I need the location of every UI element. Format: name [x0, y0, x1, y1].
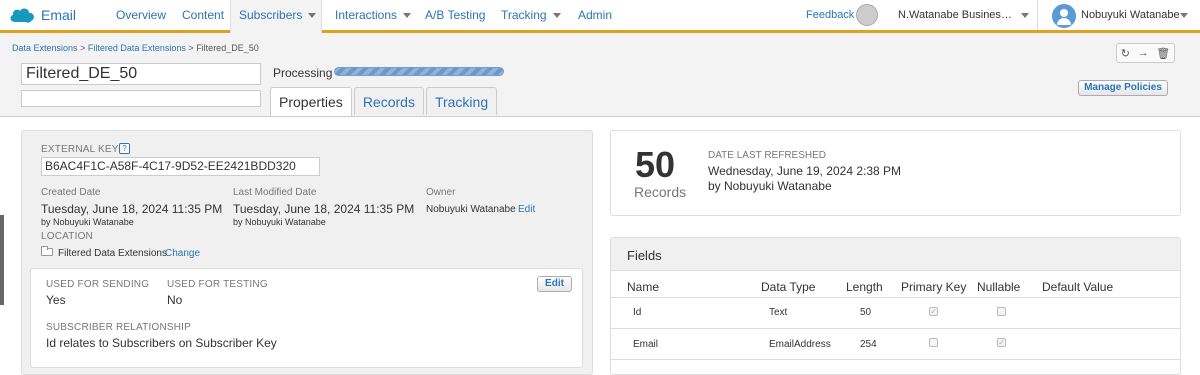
description-field[interactable] [21, 90, 261, 107]
location-change-link[interactable]: Change [165, 248, 200, 259]
owner-edit-link[interactable]: Edit [518, 204, 535, 215]
chevron-down-icon[interactable] [1021, 13, 1029, 18]
field-type: EmailAddress [769, 339, 831, 350]
nav-interactions-label: Interactions [335, 8, 398, 22]
owner-value: Nobuyuki Watanabe [426, 204, 516, 215]
column-header-primary-key: Primary Key [901, 280, 967, 294]
date-last-refreshed-value: Wednesday, June 19, 2024 2:38 PM [708, 164, 902, 178]
salesforce-cloud-icon [8, 5, 36, 25]
modified-by: by Nobuyuki Watanabe [233, 217, 326, 227]
help-icon[interactable]: ? [119, 143, 130, 154]
subscriber-relationship-value: Id relates to Subscribers on Subscriber … [46, 336, 277, 350]
table-divider [611, 297, 1180, 298]
app-logo[interactable]: Email [8, 5, 76, 25]
used-for-sending-label: USED FOR SENDING [46, 279, 150, 290]
column-header-name: Name [627, 280, 660, 294]
subscriber-relationship-label: SUBSCRIBER RELATIONSHIP [46, 322, 192, 333]
nav-admin-label: Admin [578, 8, 613, 22]
field-length: 254 [860, 339, 877, 350]
feedback-link[interactable]: Feedback [806, 0, 854, 30]
chevron-down-icon[interactable] [1180, 13, 1188, 18]
field-length: 50 [860, 307, 872, 318]
nav-ab-testing-label: A/B Testing [425, 8, 486, 22]
breadcrumb: Data Extensions > Filtered Data Extensio… [12, 43, 259, 53]
nav-content[interactable]: Content [174, 0, 232, 30]
breadcrumb-separator: > [188, 43, 194, 53]
tab-records[interactable]: Records [353, 87, 424, 115]
created-date-label: Created Date [41, 187, 101, 198]
column-header-default-value: Default Value [1042, 280, 1114, 294]
status-label: Processing [273, 66, 333, 80]
nav-content-label: Content [182, 8, 225, 22]
einstein-avatar-icon[interactable] [856, 4, 878, 26]
external-key-label: EXTERNAL KEY [41, 144, 119, 155]
nav-admin[interactable]: Admin [570, 0, 620, 30]
tab-tracking[interactable]: Tracking [425, 87, 498, 115]
breadcrumb-filtered-data-extensions[interactable]: Filtered Data Extensions [88, 43, 186, 53]
refreshed-by: by Nobuyuki Watanabe [708, 179, 832, 193]
column-header-nullable: Nullable [977, 280, 1021, 294]
column-header-length: Length [846, 280, 883, 294]
modified-date-label: Last Modified Date [233, 187, 317, 198]
tab-bar: Properties Records Tracking [270, 87, 499, 116]
chevron-down-icon [308, 13, 317, 19]
location-label: LOCATION [41, 231, 93, 242]
trash-icon[interactable]: 🗑 [1156, 47, 1170, 60]
nav-tracking[interactable]: Tracking [493, 0, 569, 30]
records-label: Records [634, 184, 687, 200]
primary-key-checkbox [929, 338, 938, 347]
fields-title: Fields [627, 248, 662, 263]
processing-progress-bar [334, 67, 504, 76]
breadcrumb-current: Filtered_DE_50 [196, 43, 259, 53]
settings-edit-button[interactable]: Edit [537, 276, 572, 292]
folder-icon [41, 246, 53, 256]
field-name: Id [633, 307, 642, 318]
location-value: Filtered Data Extensions [58, 248, 167, 259]
date-last-refreshed-label: DATE LAST REFRESHED [708, 150, 826, 161]
toolbar-buttons: ↻ → 🗑 [1116, 43, 1175, 63]
nav-overview-label: Overview [116, 8, 167, 22]
move-icon[interactable]: → [1138, 47, 1149, 59]
chevron-down-icon [552, 13, 561, 19]
table-divider [611, 328, 1180, 329]
user-avatar-icon[interactable] [1052, 4, 1076, 28]
used-for-testing-label: USED FOR TESTING [167, 279, 268, 290]
owner-label: Owner [426, 187, 456, 198]
breadcrumb-data-extensions[interactable]: Data Extensions [12, 43, 78, 53]
record-count: 50 [635, 144, 676, 185]
fields-header [611, 238, 1180, 271]
nav-ab-testing[interactable]: A/B Testing [417, 0, 493, 30]
top-navigation: Email Overview Content Subscribers Inter… [0, 0, 1200, 33]
side-panel-handle[interactable] [0, 215, 4, 305]
nullable-checkbox: ✓ [997, 338, 1006, 347]
created-by: by Nobuyuki Watanabe [41, 217, 134, 227]
app-name: Email [41, 7, 77, 23]
manage-policies-button[interactable]: Manage Policies [1078, 80, 1168, 96]
primary-key-checkbox: ✓ [929, 307, 938, 316]
column-header-data-type: Data Type [761, 280, 816, 294]
breadcrumb-separator: > [80, 43, 86, 53]
tab-properties[interactable]: Properties [270, 87, 352, 116]
user-menu[interactable]: Nobuyuki Watanabe [1081, 0, 1180, 30]
field-type: Text [769, 307, 788, 318]
nav-overview[interactable]: Overview [108, 0, 174, 30]
field-name: Email [633, 339, 659, 350]
divider [1037, 0, 1038, 30]
external-key-field[interactable]: B6AC4F1C-A58F-4C17-9D52-EE2421BDD320 [41, 157, 320, 176]
table-divider [611, 359, 1180, 360]
name-field[interactable]: Filtered_DE_50 [21, 63, 261, 85]
org-selector[interactable]: N.Watanabe Business ... [898, 0, 1013, 30]
created-date-value: Tuesday, June 18, 2024 11:35 PM [41, 202, 223, 216]
nav-subscribers[interactable]: Subscribers [230, 0, 322, 33]
refresh-icon[interactable]: ↻ [1121, 47, 1130, 60]
modified-date-value: Tuesday, June 18, 2024 11:35 PM [233, 202, 415, 216]
nav-subscribers-label: Subscribers [239, 8, 303, 22]
chevron-down-icon [403, 13, 412, 19]
used-for-sending-value: Yes [46, 293, 66, 307]
used-for-testing-value: No [167, 293, 183, 307]
nullable-checkbox [997, 307, 1006, 316]
nav-interactions[interactable]: Interactions [327, 0, 419, 30]
nav-tracking-label: Tracking [501, 8, 547, 22]
